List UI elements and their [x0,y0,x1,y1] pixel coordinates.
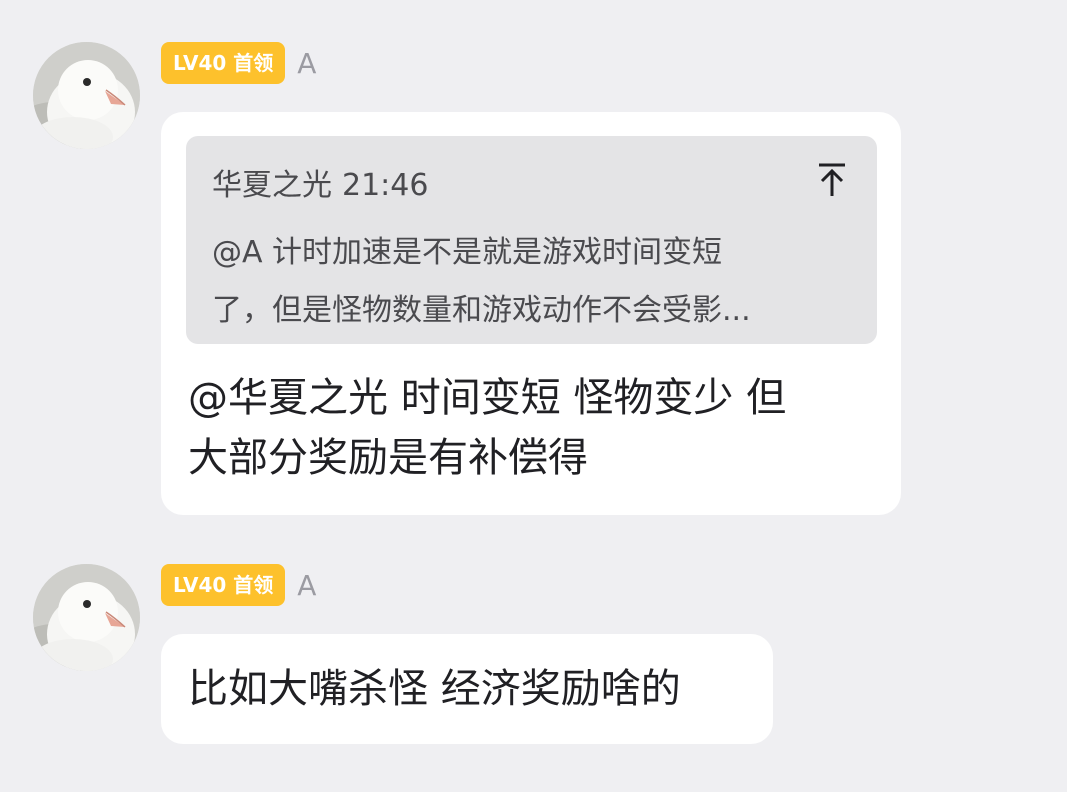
message-line: 大部分奖励是有补偿得 [188,435,588,481]
quote-line: @A 计时加速是不是就是游戏时间变短 [212,235,723,270]
pigeon-avatar-icon [33,42,140,149]
scroll-to-top-icon[interactable] [817,162,847,198]
sender-name[interactable]: A [297,47,316,80]
message-bubble[interactable]: 华夏之光 21:46 @A 计时加速是不是就是游戏时间变短 了，但是怪物数量和游戏… [161,112,901,515]
level-badge: LV40 首领 [161,564,286,606]
level-badge: LV40 首领 [161,42,286,84]
quote-time: 21:46 [342,168,429,203]
pigeon-avatar-icon [33,564,140,671]
message-line: 比如大嘴杀怪 经济奖励啥的 [188,666,681,712]
message-line: @华夏之光 时间变短 怪物变少 但 [188,375,787,421]
message-bubble[interactable]: 比如大嘴杀怪 经济奖励啥的 [161,634,773,744]
message-meta: LV40 首领 A [161,42,316,84]
quote-line: 了，但是怪物数量和游戏动作不会受影... [212,293,751,328]
user-avatar[interactable] [33,564,140,671]
quote-text: @A 计时加速是不是就是游戏时间变短 了，但是怪物数量和游戏动作不会受影... [212,224,832,340]
message-meta: LV40 首领 A [161,564,316,606]
user-avatar[interactable] [33,42,140,149]
quoted-message[interactable]: 华夏之光 21:46 @A 计时加速是不是就是游戏时间变短 了，但是怪物数量和游戏… [186,136,877,344]
quote-header: 华夏之光 21:46 [212,160,428,204]
message-text: @华夏之光 时间变短 怪物变少 但 大部分奖励是有补偿得 [188,368,878,488]
sender-name[interactable]: A [297,569,316,602]
quote-author: 华夏之光 [212,168,332,203]
message-text: 比如大嘴杀怪 经济奖励啥的 [188,659,758,719]
